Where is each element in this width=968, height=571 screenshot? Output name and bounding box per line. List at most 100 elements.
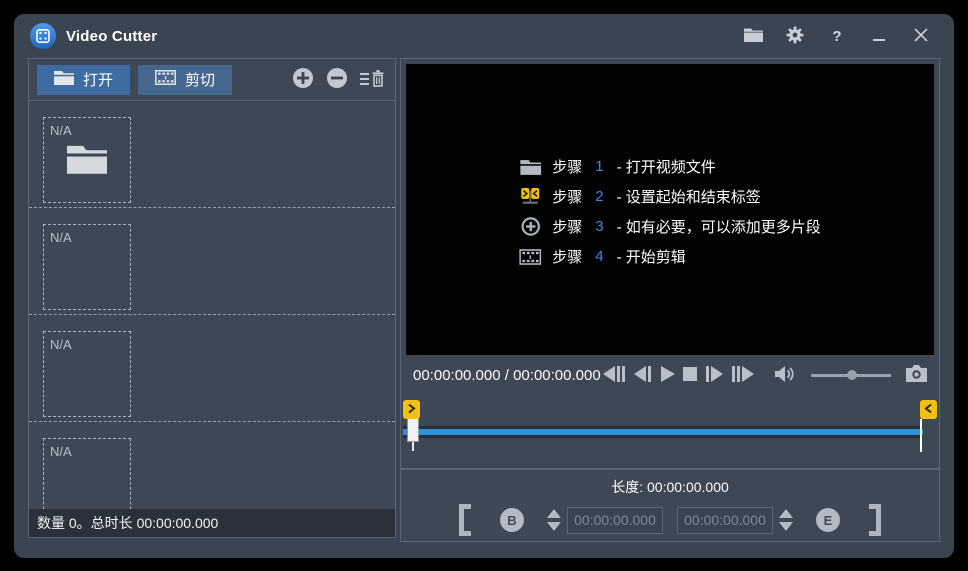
trim-panel: 长度: 00:00:00.000 B E (400, 469, 940, 542)
segment-thumbnail: N/A (43, 438, 131, 509)
tab-open[interactable]: 打开 (37, 65, 130, 95)
segment-thumbnail: N/A (43, 224, 131, 310)
length-line: 长度: 00:00:00.000 (401, 477, 939, 497)
gear-icon (786, 26, 804, 47)
segment-list-item-2[interactable]: N/A (29, 208, 395, 315)
segment-list-item-3[interactable]: N/A (29, 315, 395, 422)
end-bracket-icon (869, 504, 881, 536)
play-button[interactable] (660, 366, 676, 385)
step-forward-double-icon (730, 366, 754, 385)
step-desc: - 开始剪辑 (617, 246, 686, 267)
step-desc: - 设置起始和结束标签 (617, 186, 761, 207)
playhead-handle[interactable] (407, 416, 419, 442)
segment-label: N/A (50, 230, 72, 245)
clear-list-button[interactable] (360, 69, 385, 91)
begin-bracket-icon (459, 504, 471, 536)
remove-segment-button[interactable] (326, 67, 348, 92)
set-end-button[interactable]: E (816, 508, 840, 532)
help-button[interactable]: ? (826, 25, 848, 47)
player-panel: 步骤 1 - 打开视频文件 步骤 2 - 设置起始和结束标签 (400, 58, 940, 469)
titlebar-actions: ? (742, 25, 932, 47)
transport-bar: 00:00:00.000 / 00:00:00.000 (401, 355, 939, 395)
length-value: 00:00:00.000 (647, 479, 729, 495)
snapshot-button[interactable] (906, 365, 927, 385)
minimize-button[interactable] (868, 25, 890, 47)
volume-knob[interactable] (847, 370, 857, 380)
stop-button[interactable] (683, 367, 697, 384)
video-preview: 步骤 1 - 打开视频文件 步骤 2 - 设置起始和结束标签 (406, 64, 934, 355)
app-window: Video Cutter (14, 14, 954, 558)
timeline (401, 395, 939, 468)
segment-list-item-4[interactable]: N/A (29, 422, 395, 509)
play-icon (660, 366, 676, 385)
step-row-3: 步骤3- 如有必要，可以添加更多片段 (519, 216, 821, 237)
app-logo-icon (30, 23, 56, 49)
volume-slider[interactable] (811, 368, 891, 382)
segment-thumbnail: N/A (43, 331, 131, 417)
start-marker[interactable] (403, 400, 420, 419)
end-time-down-arrow[interactable] (779, 522, 793, 531)
film-icon (519, 249, 541, 265)
close-icon (914, 28, 928, 45)
end-time-input[interactable] (677, 507, 773, 534)
step-row-2: 步骤2- 设置起始和结束标签 (519, 186, 821, 207)
plus-circle-icon (292, 67, 314, 92)
end-marker[interactable] (920, 400, 937, 419)
end-marker-line (920, 419, 922, 452)
step-back-double-icon (603, 366, 627, 385)
step-prefix: 步骤 (552, 216, 582, 237)
step-forward-button[interactable] (704, 366, 723, 385)
step-desc: - 打开视频文件 (617, 156, 716, 177)
segment-toolbar: 打开 剪切 (29, 59, 395, 101)
next-keyframe-button[interactable] (730, 366, 754, 385)
end-time-up-arrow[interactable] (779, 509, 793, 518)
time-display: 00:00:00.000 / 00:00:00.000 (413, 367, 601, 384)
clear-list-trash-icon (360, 69, 385, 91)
previous-keyframe-button[interactable] (603, 366, 627, 385)
segment-thumbnail: N/A (43, 117, 131, 203)
transport-buttons (603, 365, 927, 386)
plus-circle-icon (519, 217, 541, 236)
end-time-stepper (779, 509, 793, 531)
add-segment-button[interactable] (292, 67, 314, 92)
step-number: 1 (595, 158, 603, 175)
film-icon (155, 70, 176, 89)
start-marker-arrow-icon (407, 401, 416, 419)
begin-time-down-arrow[interactable] (547, 522, 561, 531)
length-label: 长度: (611, 479, 643, 495)
segment-list-item-1[interactable]: N/A (29, 101, 395, 208)
timeline-track[interactable] (403, 426, 923, 438)
mute-button[interactable] (775, 365, 796, 386)
begin-time-stepper (547, 509, 561, 531)
open-file-button[interactable] (742, 25, 764, 47)
close-button[interactable] (910, 25, 932, 47)
trim-controls: B E (401, 504, 939, 536)
step-prefix: 步骤 (552, 156, 582, 177)
step-back-icon (634, 366, 653, 385)
titlebar: Video Cutter (14, 14, 954, 58)
speaker-icon (775, 365, 796, 386)
step-prefix: 步骤 (552, 246, 582, 267)
tab-cut-label: 剪切 (185, 69, 215, 90)
steps-help: 步骤 1 - 打开视频文件 步骤 2 - 设置起始和结束标签 (519, 156, 821, 267)
step-number: 4 (595, 248, 603, 265)
folder-icon (519, 159, 541, 175)
minus-circle-icon (326, 67, 348, 92)
step-number: 2 (595, 188, 603, 205)
segment-status-text: 数量 0。总时长 00:00:00.000 (29, 509, 395, 537)
tab-cut[interactable]: 剪切 (138, 65, 232, 95)
folder-icon (67, 144, 107, 179)
begin-time-input[interactable] (567, 507, 663, 534)
end-marker-arrow-icon (924, 401, 933, 419)
begin-time-up-arrow[interactable] (547, 509, 561, 518)
set-begin-button[interactable]: B (500, 508, 524, 532)
step-back-button[interactable] (634, 366, 653, 385)
segment-list: N/A N/A N/A (29, 101, 395, 509)
folder-icon (744, 27, 763, 45)
step-row-4: 步骤 4 - 开始剪辑 (519, 246, 821, 267)
settings-button[interactable] (784, 25, 806, 47)
minimize-icon (873, 39, 885, 41)
stop-icon (683, 367, 697, 384)
segment-panel: 打开 剪切 (28, 58, 396, 538)
step-row-1: 步骤 1 - 打开视频文件 (519, 156, 821, 177)
